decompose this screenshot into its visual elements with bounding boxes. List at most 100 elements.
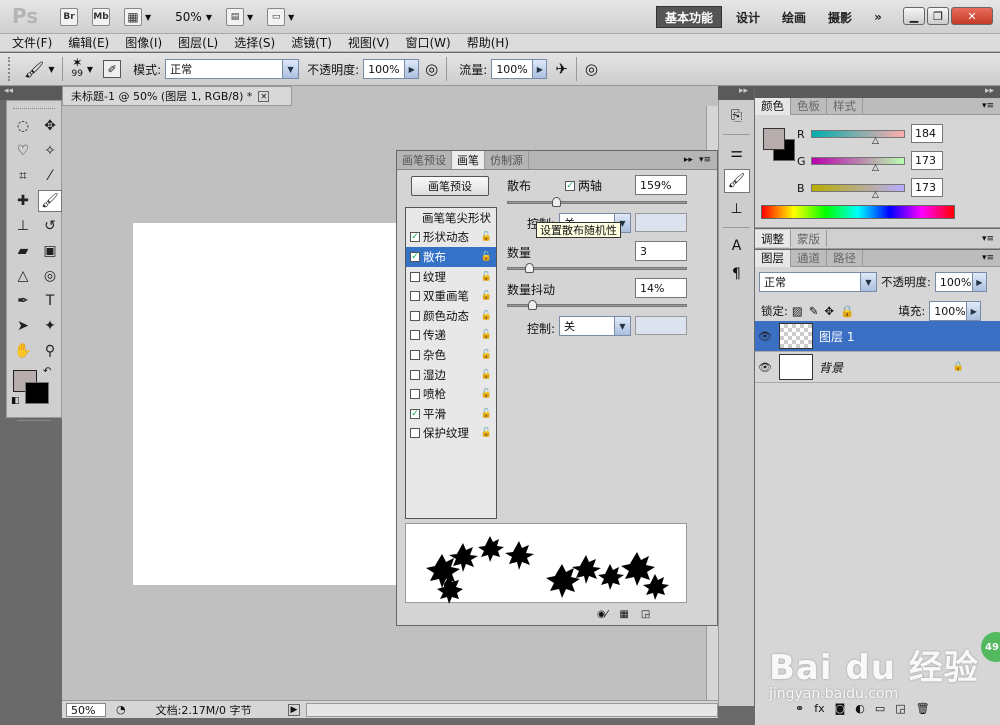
red-value-field[interactable]: 184 [911, 124, 943, 143]
brush-setting-checkbox[interactable] [410, 349, 420, 360]
brush-preset-picker[interactable]: ✶ 99 [71, 57, 82, 79]
lock-icon[interactable]: 🔓 [481, 370, 492, 380]
control-value-field-1[interactable] [635, 213, 687, 232]
layers-panel-tab-1[interactable]: 通道 [791, 249, 827, 267]
new-brush-icon[interactable]: ◲ [641, 609, 650, 620]
brush-setting-item[interactable]: 杂色 🔓 [406, 345, 496, 365]
opacity-field[interactable]: 100% ▶ [363, 59, 420, 79]
brush-setting-item[interactable]: ✓ 平滑 🔓 [406, 404, 496, 424]
layer-row[interactable]: 👁 背景 🔒 [755, 352, 1000, 383]
bridge-button[interactable]: Br [60, 8, 78, 26]
adjust-panel-tab-0[interactable]: 调整 [755, 230, 791, 247]
layer-row[interactable]: 👁 图层 1 [755, 321, 1000, 352]
color-spectrum-ramp[interactable] [761, 205, 955, 219]
toggle-live-tip-icon[interactable]: ◉⁄ [597, 609, 607, 620]
dock-collapse-strip[interactable]: ▸▸ [718, 86, 754, 100]
brush-grid-icon[interactable]: ▦ [619, 609, 628, 620]
red-slider-thumb[interactable]: △ [872, 136, 879, 146]
maximize-button[interactable]: ❐ [927, 7, 949, 25]
count-slider-thumb[interactable] [524, 263, 534, 273]
gradient-tool-icon[interactable]: ▣ [38, 240, 62, 262]
brush-panel-tab-2[interactable]: 仿制源 [485, 151, 529, 169]
type-tool-icon[interactable]: T [38, 290, 62, 312]
brush-presets-button[interactable]: 画笔预设 [411, 176, 489, 196]
menu-item-5[interactable]: 滤镜(T) [291, 34, 332, 51]
visibility-eye-icon[interactable]: 👁 [755, 361, 775, 374]
layer-name[interactable]: 背景 [819, 359, 843, 376]
brush-setting-item[interactable]: 湿边 🔓 [406, 365, 496, 385]
magic-wand-tool-icon[interactable]: ✧ [38, 140, 62, 162]
brush-panel-icon[interactable]: 🖌 [723, 169, 750, 193]
blur-tool-icon[interactable]: △ [11, 265, 35, 287]
menu-item-8[interactable]: 帮助(H) [467, 34, 509, 51]
document-canvas[interactable] [133, 223, 408, 585]
brush-setting-checkbox[interactable] [410, 310, 420, 321]
lock-all-icon[interactable]: 🔒 [840, 304, 854, 318]
adjustments-menu-icon[interactable]: ▾≡ [982, 234, 994, 244]
color-panel-fg-swatch[interactable] [763, 128, 785, 150]
panel-menu-icon[interactable]: ▾≡ [699, 155, 711, 165]
dodge-tool-icon[interactable]: ◎ [38, 265, 62, 287]
scatter-value-field[interactable]: 159% [635, 175, 687, 195]
close-button[interactable]: ✕ [951, 7, 993, 25]
red-slider[interactable] [811, 130, 905, 138]
eraser-tool-icon[interactable]: ▰ [11, 240, 35, 262]
tool-preset-picker[interactable]: 🖌 ▼ [24, 60, 54, 79]
lock-icon[interactable]: 🔓 [481, 330, 492, 340]
zoom-tool-icon[interactable]: ⚲ [38, 340, 62, 362]
tablet-opacity-pressure-icon[interactable]: ◎ [425, 60, 438, 78]
visibility-eye-icon[interactable]: 👁 [755, 330, 775, 343]
crop-tool-icon[interactable]: ⌗ [11, 165, 35, 187]
color-panel-tab-1[interactable]: 色板 [791, 97, 827, 115]
paragraph-panel-icon[interactable]: ¶ [724, 262, 750, 286]
panel-collapse-icon[interactable]: ▸▸ [684, 155, 693, 165]
brush-setting-checkbox[interactable] [410, 271, 420, 282]
arrange-documents-button[interactable]: ▤ ▼ [225, 8, 253, 26]
character-panel-icon[interactable]: A [724, 234, 750, 258]
lock-icon[interactable]: 🔓 [481, 389, 492, 399]
brush-setting-checkbox[interactable] [410, 291, 420, 302]
tablet-size-pressure-icon[interactable]: ◎ [585, 60, 598, 78]
lock-pixels-icon[interactable]: ✎ [809, 304, 819, 318]
menu-item-1[interactable]: 编辑(E) [68, 34, 109, 51]
count-slider[interactable] [507, 267, 687, 270]
menu-item-7[interactable]: 窗口(W) [405, 34, 450, 51]
blue-slider-thumb[interactable]: △ [872, 190, 879, 200]
brush-tip-shape-item[interactable]: 画笔笔尖形状 [406, 208, 496, 228]
lock-position-icon[interactable]: ✥ [824, 304, 834, 318]
lock-icon[interactable]: 🔓 [481, 291, 492, 301]
spot-healing-tool-icon[interactable]: ✚ [11, 190, 35, 212]
layers-panel-menu-icon[interactable]: ▾≡ [982, 253, 994, 263]
path-selection-tool-icon[interactable]: ➤ [11, 315, 35, 337]
brush-setting-item[interactable]: ✓ 散布 🔓 [406, 247, 496, 267]
menu-item-4[interactable]: 选择(S) [234, 34, 275, 51]
more-workspaces-button[interactable]: » [866, 6, 890, 28]
color-panel-menu-icon[interactable]: ▾≡ [982, 101, 994, 111]
scatter-slider[interactable] [507, 201, 687, 204]
both-axes-checkbox[interactable]: ✓ 两轴 [565, 177, 602, 194]
brush-setting-checkbox[interactable]: ✓ [410, 251, 420, 262]
lock-icon[interactable]: 🔓 [481, 252, 492, 262]
right-collapse-strip[interactable]: ▸▸ [755, 86, 1000, 98]
fill-field[interactable]: 100% ▶ [929, 301, 982, 321]
workspace-2[interactable]: 绘画 [774, 6, 814, 28]
brush-presets-panel-icon[interactable]: ⚌ [724, 141, 750, 165]
brush-setting-checkbox[interactable] [410, 369, 420, 380]
count-value-field[interactable]: 3 [635, 241, 687, 261]
shape-tool-icon[interactable]: ✦ [38, 315, 62, 337]
blue-value-field[interactable]: 173 [911, 178, 943, 197]
color-panel-tab-0[interactable]: 颜色 [755, 97, 791, 115]
workspace-0[interactable]: 基本功能 [656, 6, 723, 28]
brush-setting-item[interactable]: 保护纹理 🔓 [406, 424, 496, 444]
airbrush-icon[interactable]: ✈ [555, 60, 568, 78]
workspace-3[interactable]: 摄影 [820, 6, 860, 28]
brush-setting-item[interactable]: 双重画笔 🔓 [406, 286, 496, 306]
brush-setting-item[interactable]: 纹理 🔓 [406, 267, 496, 287]
brush-setting-checkbox[interactable] [410, 330, 420, 341]
mini-bridge-button[interactable]: Mb [92, 8, 110, 26]
menu-item-2[interactable]: 图像(I) [125, 34, 162, 51]
status-menu-arrow[interactable]: ▶ [287, 703, 301, 716]
count-jitter-slider-thumb[interactable] [528, 300, 538, 310]
brush-setting-checkbox[interactable] [410, 389, 420, 400]
lock-icon[interactable]: 🔓 [481, 311, 492, 321]
